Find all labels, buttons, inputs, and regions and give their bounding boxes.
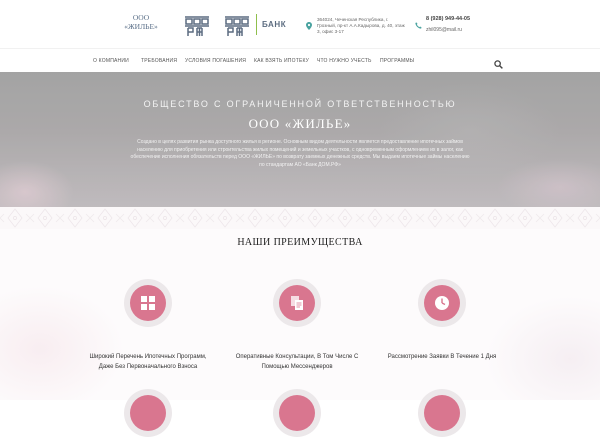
nav-item-programs[interactable]: Программы [380, 58, 414, 64]
site-header: ООО «ЖИЛЬЕ» БАНК 364024, Чеченская Респу… [0, 0, 600, 48]
advantage-label-2-line2: Помощью Мессенджеров [261, 363, 333, 370]
clock-icon [435, 296, 449, 310]
bank-label: БАНК [262, 20, 287, 29]
nav-item-repayment[interactable]: Условия погашения [185, 58, 246, 64]
grid-icon [141, 296, 155, 310]
advantage-label-1-line2: Даже Без Первоначального Взноса [98, 363, 198, 370]
advantage-label-1: Широкий Перечень Ипотечных Программ, Даж… [73, 353, 223, 372]
company-address: 364024, Чеченская Республика, г. Грозный… [317, 17, 405, 34]
brand-line2: «ЖИЛЬЕ» [124, 21, 158, 31]
nav-item-what-to-consider[interactable]: Что нужно учесть [317, 58, 372, 64]
documents-icon [291, 296, 303, 310]
main-nav: О компании Требования Условия погашения … [0, 48, 600, 73]
advantage-circle-4 [124, 389, 172, 437]
advantage-label-2: Оперативные Консультации, В Том Числе С … [222, 353, 372, 372]
dom-rf-bank-logo[interactable] [224, 13, 250, 37]
nav-item-how-to-mortgage[interactable]: Как взять ипотеку [254, 58, 309, 64]
hero-subtitle: ОБЩЕСТВО С ОГРАНИЧЕННОЙ ОТВЕТСТВЕННОСТЬЮ [143, 99, 457, 109]
advantage-circle-5 [273, 389, 321, 437]
nav-item-about[interactable]: О компании [93, 58, 129, 64]
advantage-circle-3 [418, 279, 466, 327]
dom-rf-logo[interactable] [184, 13, 210, 37]
advantage-circle-6 [418, 389, 466, 437]
nav-item-requirements[interactable]: Требования [141, 58, 177, 64]
dom-rf-logo-icon [185, 16, 209, 36]
advantages-title: НАШИ ПРЕИМУЩЕСТВА [237, 237, 363, 248]
phone-icon [415, 16, 422, 34]
email-link[interactable]: zhil095@mail.ru [426, 27, 462, 33]
brand-logo-text[interactable]: ООО «ЖИЛЬЕ» [113, 13, 169, 31]
phone-number[interactable]: 8 (928) 949-44-05 [426, 16, 470, 22]
hero-title: ООО «ЖИЛЬЕ» [248, 116, 352, 131]
advantage-label-3-line1: Рассмотрение Заявки В Течение 1 Дня [387, 354, 497, 360]
location-pin-icon [306, 17, 312, 35]
advantage-label-3: Рассмотрение Заявки В Течение 1 Дня [367, 353, 517, 363]
dom-rf-bank-logo-icon [225, 16, 249, 36]
hero-banner: ОБЩЕСТВО С ОГРАНИЧЕННОЙ ОТВЕТСТВЕННОСТЬЮ… [0, 72, 600, 207]
advantage-circle-2 [273, 279, 321, 327]
advantage-circle-1 [124, 279, 172, 327]
advantage-label-1-line1: Широкий Перечень Ипотечных Программ, [89, 354, 207, 360]
hero-description: Создано в целях развития рынка доступног… [130, 139, 470, 168]
advantage-label-2-line1: Оперативные Консультации, В Том Числе С [235, 354, 359, 360]
logo-divider [256, 14, 257, 35]
decorative-pattern [0, 207, 600, 229]
advantages-section: НАШИ ПРЕИМУЩЕСТВА Широкий Перечень Ипоте… [0, 229, 600, 437]
